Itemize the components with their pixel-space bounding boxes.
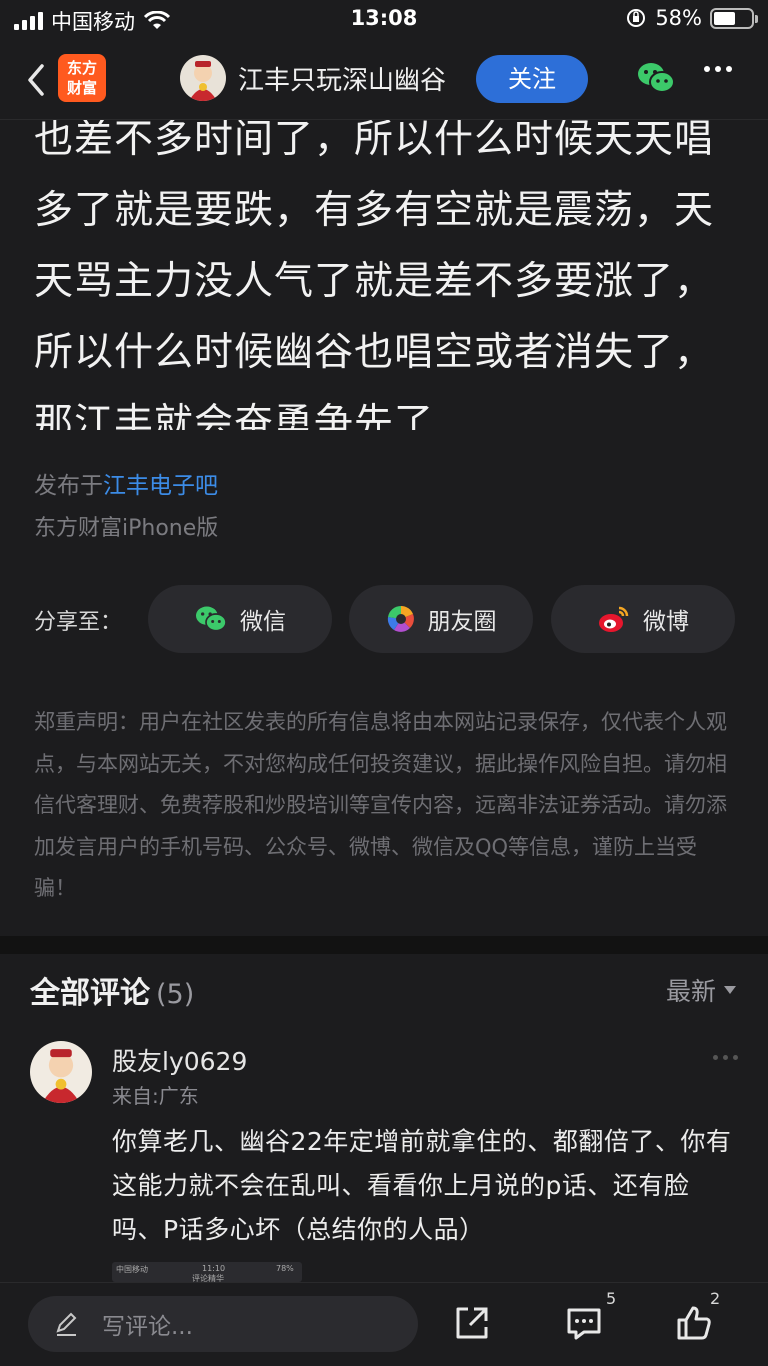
orientation-lock-icon [627, 9, 646, 27]
sort-dropdown[interactable]: 最新 [666, 972, 736, 1008]
author-avatar[interactable] [180, 55, 226, 101]
share-wechat-button[interactable]: 微信 [148, 585, 332, 653]
share-moments-button[interactable]: 朋友圈 [349, 585, 533, 653]
status-bar: 中国移动 13:08 58% [0, 0, 768, 40]
like-icon[interactable] [674, 1303, 714, 1343]
logo-line2: 财富 [66, 79, 97, 97]
comment-placeholder: 写评论... [102, 1314, 193, 1340]
back-icon[interactable] [22, 60, 52, 100]
thumb-battery: 78% [276, 1264, 294, 1273]
share-weibo-button[interactable]: 微博 [551, 585, 735, 653]
share-weibo-label: 微博 [643, 609, 689, 635]
app-logo[interactable]: 东方 财富 [58, 54, 106, 102]
post-body-viewport: 也差不多时间了，所以什么时候天天唱多了就是要跌，有多有空就是震荡，天天骂主力没人… [0, 120, 768, 430]
more-icon[interactable] [704, 66, 732, 72]
comment-more-icon[interactable] [713, 1055, 738, 1060]
battery-fill [714, 11, 735, 25]
post-published: 发布于江丰电子吧 [34, 466, 218, 500]
comment-image-thumbnail[interactable]: 中国移动 11:10 78% 评论精华 [112, 1262, 302, 1282]
pencil-icon [56, 1312, 77, 1336]
weibo-icon [599, 606, 629, 632]
status-right: 58% [625, 6, 758, 30]
share-wechat-label: 微信 [240, 609, 286, 635]
comment-text: 你算老几、幽谷22年定增前就拿住的、都翻倍了、你有这能力就不会在乱叫、看看你上月… [112, 1127, 732, 1244]
comment-input[interactable]: 写评论... [28, 1296, 418, 1352]
comment-avatar[interactable] [30, 1041, 92, 1103]
thumb-title: 评论精华 [192, 1274, 224, 1282]
section-divider [0, 936, 768, 954]
caishen-avatar-icon [189, 61, 217, 101]
caret-down-icon [724, 986, 736, 994]
board-link[interactable]: 江丰电子吧 [103, 473, 218, 499]
disclaimer: 郑重声明：用户在社区发表的所有信息将由本网站记录保存，仅代表个人观点，与本网站无… [34, 710, 727, 900]
published-prefix: 发布于 [34, 473, 103, 499]
post-client: 东方财富iPhone版 [34, 516, 219, 541]
thumb-time: 11:10 [202, 1264, 226, 1273]
comments-count: (5) [156, 979, 195, 1010]
comment-icon[interactable] [564, 1303, 604, 1343]
share-label: 分享至： [34, 610, 123, 635]
comments-title-label: 全部评论 [30, 976, 150, 1011]
post-content: 也差不多时间了，所以什么时候天天唱多了就是要跌，有多有空就是震荡，天天骂主力没人… [34, 120, 715, 430]
moments-icon [387, 605, 414, 632]
bottom-bar: 写评论... 5 2 [0, 1282, 768, 1366]
wechat-icon [196, 606, 227, 632]
share-icon[interactable] [452, 1303, 492, 1343]
share-moments-label: 朋友圈 [427, 609, 497, 635]
thumb-carrier: 中国移动 [116, 1265, 148, 1274]
author-name[interactable]: 江丰只玩深山幽谷 [238, 60, 446, 97]
comment-username[interactable]: 股友ly0629 [112, 1042, 247, 1078]
sort-label: 最新 [665, 977, 716, 1006]
nav-bar: 东方 财富 江丰只玩深山幽谷 关注 [0, 40, 768, 120]
battery-icon [710, 7, 758, 29]
comment-location: 来自:广东 [112, 1084, 199, 1108]
follow-button[interactable]: 关注 [476, 55, 588, 103]
logo-line1: 东方 [66, 59, 97, 77]
comment-count-badge: 5 [606, 1289, 617, 1308]
wechat-icon[interactable] [636, 60, 676, 96]
caishen-avatar-icon [42, 1049, 80, 1103]
comments-title: 全部评论 (5) [30, 968, 194, 1012]
battery-percent: 58% [655, 6, 702, 30]
like-count-badge: 2 [710, 1289, 721, 1308]
